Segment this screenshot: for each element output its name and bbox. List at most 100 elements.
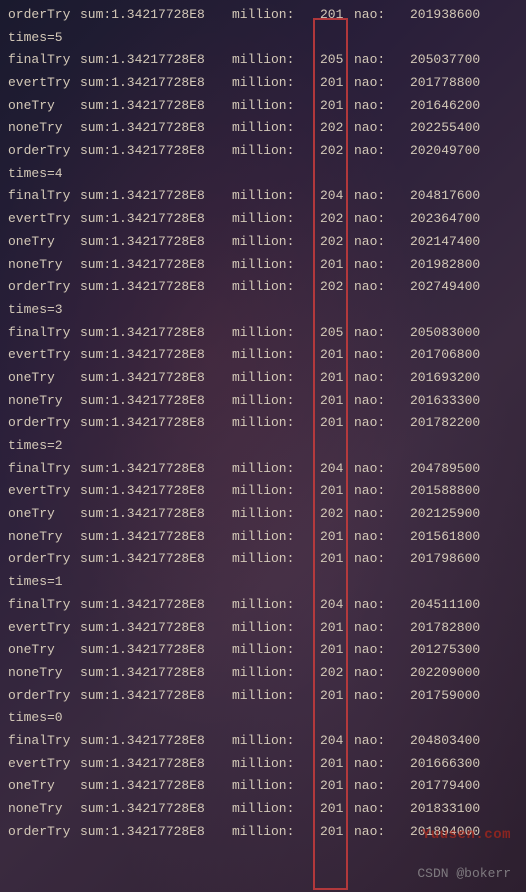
log-label: oneTry [8,231,80,254]
log-sum: sum:1.34217728E8 [80,775,232,798]
log-label: evertTry [8,480,80,503]
log-sum: sum:1.34217728E8 [80,753,232,776]
log-nao-value: 201778800 [410,72,510,95]
times-label: times=2 [8,435,63,458]
terminal-output[interactable]: orderTrysum:1.34217728E8million:201nao:2… [8,4,518,843]
log-nao-value: 201646200 [410,95,510,118]
log-million-label: million: [232,367,320,390]
log-million-value: 202 [320,503,354,526]
log-million-label: million: [232,480,320,503]
log-million-label: million: [232,662,320,685]
log-nao-label: nao: [354,231,410,254]
log-label: evertTry [8,344,80,367]
log-label: noneTry [8,117,80,140]
log-million-label: million: [232,276,320,299]
log-label: evertTry [8,753,80,776]
log-label: orderTry [8,685,80,708]
log-nao-label: nao: [354,594,410,617]
log-million-label: million: [232,821,320,844]
log-million-label: million: [232,730,320,753]
log-label: oneTry [8,367,80,390]
log-sum: sum:1.34217728E8 [80,798,232,821]
log-row: oneTrysum:1.34217728E8million:202nao:202… [8,231,518,254]
log-nao-label: nao: [354,412,410,435]
log-sum: sum:1.34217728E8 [80,548,232,571]
log-sum: sum:1.34217728E8 [80,367,232,390]
log-label: orderTry [8,4,80,27]
log-nao-label: nao: [354,95,410,118]
log-row: noneTrysum:1.34217728E8million:201nao:20… [8,798,518,821]
log-nao-label: nao: [354,526,410,549]
log-label: orderTry [8,276,80,299]
log-row: orderTrysum:1.34217728E8million:202nao:2… [8,276,518,299]
log-million-label: million: [232,753,320,776]
log-sum: sum:1.34217728E8 [80,821,232,844]
log-sum: sum:1.34217728E8 [80,185,232,208]
log-row: finalTrysum:1.34217728E8million:204nao:2… [8,594,518,617]
log-million-label: million: [232,322,320,345]
log-nao-value: 202125900 [410,503,510,526]
log-label: evertTry [8,617,80,640]
log-nao-label: nao: [354,367,410,390]
log-label: oneTry [8,775,80,798]
log-row: orderTrysum:1.34217728E8million:201nao:2… [8,549,518,572]
log-row: oneTrysum:1.34217728E8million:201nao:201… [8,775,518,798]
log-million-label: million: [232,254,320,277]
log-nao-value: 201779400 [410,775,510,798]
log-label: finalTry [8,594,80,617]
log-million-label: million: [232,49,320,72]
log-nao-label: nao: [354,49,410,72]
log-sum: sum:1.34217728E8 [80,117,232,140]
log-nao-label: nao: [354,503,410,526]
log-sum: sum:1.34217728E8 [80,49,232,72]
log-million-value: 201 [320,412,354,435]
log-million-label: million: [232,185,320,208]
log-label: evertTry [8,208,80,231]
log-row: noneTrysum:1.34217728E8million:202nao:20… [8,117,518,140]
log-sum: sum:1.34217728E8 [80,503,232,526]
log-row: noneTrysum:1.34217728E8million:201nao:20… [8,390,518,413]
log-nao-value: 201561800 [410,526,510,549]
log-sum: sum:1.34217728E8 [80,4,232,27]
log-million-label: million: [232,95,320,118]
log-nao-value: 204789500 [410,458,510,481]
times-label: times=4 [8,163,63,186]
log-nao-label: nao: [354,480,410,503]
log-row: orderTrysum:1.34217728E8million:201nao:2… [8,4,518,27]
log-million-label: million: [232,617,320,640]
log-row: evertTrysum:1.34217728E8million:201nao:2… [8,753,518,776]
log-nao-value: 204803400 [410,730,510,753]
log-sum: sum:1.34217728E8 [80,617,232,640]
log-million-label: million: [232,458,320,481]
times-row: times=4 [8,163,518,186]
log-label: finalTry [8,49,80,72]
times-row: times=1 [8,571,518,594]
log-nao-value: 202147400 [410,231,510,254]
times-row: times=2 [8,435,518,458]
log-row: orderTrysum:1.34217728E8million:202nao:2… [8,140,518,163]
log-million-label: million: [232,639,320,662]
log-sum: sum:1.34217728E8 [80,322,232,345]
log-million-value: 202 [320,276,354,299]
log-sum: sum:1.34217728E8 [80,730,232,753]
log-row: oneTrysum:1.34217728E8million:201nao:201… [8,639,518,662]
log-sum: sum:1.34217728E8 [80,254,232,277]
log-sum: sum:1.34217728E8 [80,231,232,254]
log-million-value: 201 [320,775,354,798]
log-sum: sum:1.34217728E8 [80,208,232,231]
log-label: evertTry [8,72,80,95]
log-row: finalTrysum:1.34217728E8million:205nao:2… [8,322,518,345]
log-row: oneTrysum:1.34217728E8million:201nao:201… [8,95,518,118]
log-nao-value: 202364700 [410,208,510,231]
log-row: finalTrysum:1.34217728E8million:205nao:2… [8,49,518,72]
log-million-value: 201 [320,480,354,503]
log-nao-value: 204511100 [410,594,510,617]
log-row: finalTrysum:1.34217728E8million:204nao:2… [8,458,518,481]
log-million-value: 202 [320,208,354,231]
log-million-value: 202 [320,140,354,163]
log-sum: sum:1.34217728E8 [80,140,232,163]
log-row: noneTrysum:1.34217728E8million:202nao:20… [8,662,518,685]
log-nao-value: 205083000 [410,322,510,345]
log-nao-value: 201759000 [410,685,510,708]
times-label: times=0 [8,707,63,730]
